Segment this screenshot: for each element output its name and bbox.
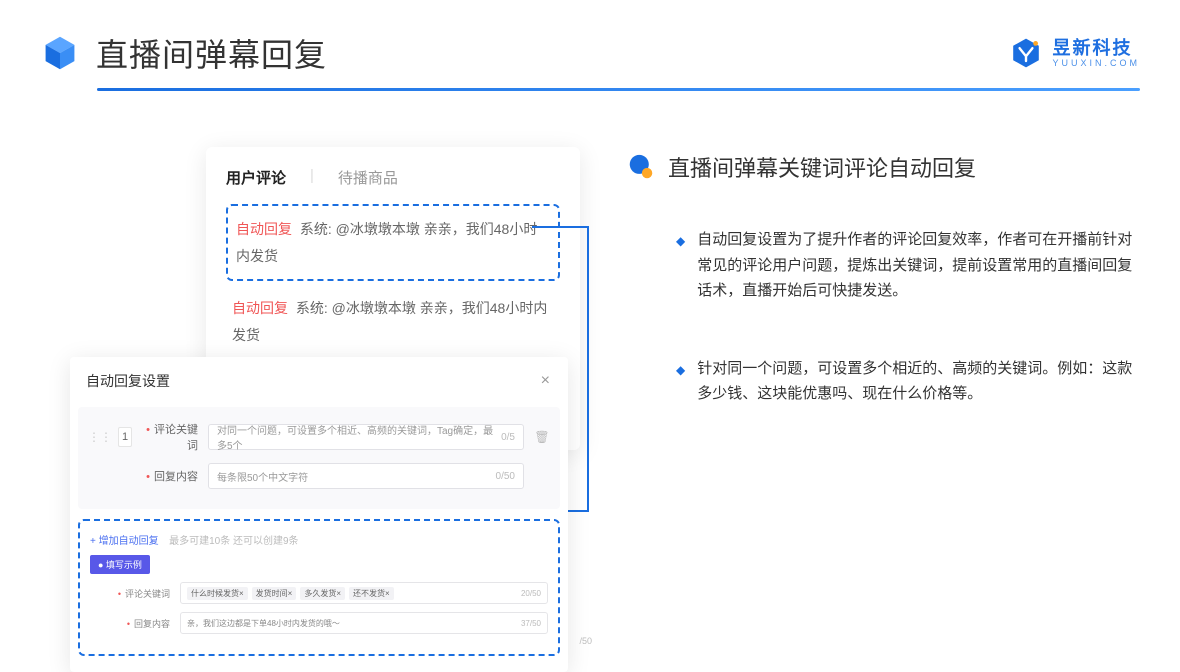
keyword-label: 评论关键词	[142, 421, 198, 453]
keyword-row: ⋮⋮ 1 评论关键词 对同一个问题，可设置多个相近、高频的关键词，Tag确定，最…	[88, 421, 550, 453]
brand-name-cn: 昱新科技	[1052, 39, 1140, 57]
example-content-counter: 37/50	[521, 619, 541, 628]
close-icon[interactable]: ×	[541, 372, 550, 390]
keyword-tag[interactable]: 多久发货×	[300, 587, 345, 600]
header-left: 直播间弹幕回复	[42, 30, 327, 76]
brand-hex-icon	[1010, 37, 1042, 69]
comment-item: 自动回复 系统: @冰墩墩本墩 亲亲，我们48小时内发货	[226, 291, 560, 352]
content-placeholder: 每条限50个中文字符	[217, 469, 308, 484]
description-text: 自动回复设置为了提升作者的评论回复效率，作者可在开播前针对常见的评论用户问题，提…	[697, 227, 1137, 304]
example-content-row: 回复内容 亲，我们这边都是下单48小时内发货的哦～ 37/50	[90, 612, 548, 634]
row-drag-order: ⋮⋮ 1	[88, 427, 132, 447]
description-column: 直播间弹幕关键词评论自动回复 ◆ 自动回复设置为了提升作者的评论回复效率，作者可…	[620, 147, 1140, 637]
screenshots-column: 用户评论 | 待播商品 自动回复 系统: @冰墩墩本墩 亲亲，我们48小时内发货…	[70, 147, 580, 637]
outside-counter: /50	[579, 636, 592, 646]
example-content-value: 亲，我们这边都是下单48小时内发货的哦～	[187, 618, 340, 629]
page-title: 直播间弹幕回复	[96, 30, 327, 76]
content-label: 回复内容	[142, 468, 198, 484]
tab-pending-products[interactable]: 待播商品	[338, 167, 398, 188]
delete-icon[interactable]: 🗑	[534, 430, 550, 444]
add-reply-row: + 增加自动回复 最多可建10条 还可以创建9条	[90, 531, 548, 555]
brand-block: 昱新科技 YUUXIN.COM	[1010, 37, 1140, 69]
modal-header: 自动回复设置 ×	[70, 357, 568, 401]
order-number: 1	[118, 427, 132, 447]
modal-title: 自动回复设置	[86, 371, 170, 391]
content-row: 回复内容 每条限50个中文字符 0/50	[88, 463, 550, 489]
add-auto-reply-link[interactable]: + 增加自动回复	[90, 532, 159, 547]
keyword-tag[interactable]: 发货时间×	[252, 587, 297, 600]
content-input[interactable]: 每条限50个中文字符 0/50	[208, 463, 524, 489]
auto-reply-settings-modal: 自动回复设置 × ⋮⋮ 1 评论关键词 对同一个问题，可设置多个相近、高频的关键…	[70, 357, 568, 672]
comment-tabs: 用户评论 | 待播商品	[226, 167, 560, 188]
keyword-input[interactable]: 对同一个问题，可设置多个相近、高频的关键词，Tag确定，最多5个 0/5	[208, 424, 524, 450]
tab-user-comments[interactable]: 用户评论	[226, 167, 286, 188]
keyword-placeholder: 对同一个问题，可设置多个相近、高频的关键词，Tag确定，最多5个	[217, 422, 501, 452]
example-keyword-label: 评论关键词	[90, 587, 170, 600]
brand-text: 昱新科技 YUUXIN.COM	[1052, 39, 1140, 68]
comment-item-highlighted: 自动回复 系统: @冰墩墩本墩 亲亲，我们48小时内发货	[226, 204, 560, 281]
cube-logo-icon	[42, 35, 78, 71]
diamond-bullet-icon: ◆	[676, 231, 685, 304]
chat-bubble-icon	[628, 154, 654, 180]
description-list: ◆ 自动回复设置为了提升作者的评论回复效率，作者可在开播前针对常见的评论用户问题…	[628, 227, 1140, 407]
description-item: ◆ 自动回复设置为了提升作者的评论回复效率，作者可在开播前针对常见的评论用户问题…	[676, 227, 1140, 304]
description-text: 针对同一个问题，可设置多个相近的、高频的关键词。例如：这款多少钱、这块能优惠吗、…	[697, 356, 1137, 407]
modal-form-body: ⋮⋮ 1 评论关键词 对同一个问题，可设置多个相近、高频的关键词，Tag确定，最…	[78, 407, 560, 509]
auto-reply-badge: 自动回复	[236, 221, 292, 237]
example-content-input[interactable]: 亲，我们这边都是下单48小时内发货的哦～ 37/50	[180, 612, 548, 634]
description-item: ◆ 针对同一个问题，可设置多个相近的、高频的关键词。例如：这款多少钱、这块能优惠…	[676, 356, 1140, 407]
main-content: 用户评论 | 待播商品 自动回复 系统: @冰墩墩本墩 亲亲，我们48小时内发货…	[0, 91, 1180, 637]
brand-name-en: YUUXIN.COM	[1052, 59, 1140, 68]
example-section: + 增加自动回复 最多可建10条 还可以创建9条 ● 填写示例 评论关键词 什么…	[78, 519, 560, 656]
keyword-tag[interactable]: 什么时候发货×	[187, 587, 248, 600]
tab-separator: |	[310, 167, 314, 188]
add-hint-text: 最多可建10条 还可以创建9条	[169, 536, 298, 547]
example-keyword-counter: 20/50	[521, 589, 541, 598]
content-counter: 0/50	[496, 471, 515, 482]
drag-handle-icon[interactable]: ⋮⋮	[88, 430, 112, 444]
keyword-tag[interactable]: 还不发货×	[349, 587, 394, 600]
section-title: 直播间弹幕关键词评论自动回复	[668, 151, 976, 183]
keyword-counter: 0/5	[501, 432, 515, 443]
example-badge: ● 填写示例	[90, 555, 150, 574]
example-content-label: 回复内容	[90, 617, 170, 630]
diamond-bullet-icon: ◆	[676, 360, 685, 407]
page-header: 直播间弹幕回复 昱新科技 YUUXIN.COM	[0, 0, 1180, 88]
example-keyword-row: 评论关键词 什么时候发货× 发货时间× 多久发货× 还不发货× 20/50	[90, 582, 548, 604]
section-head: 直播间弹幕关键词评论自动回复	[628, 151, 1140, 183]
auto-reply-badge: 自动回复	[232, 300, 288, 316]
example-keyword-input[interactable]: 什么时候发货× 发货时间× 多久发货× 还不发货× 20/50	[180, 582, 548, 604]
